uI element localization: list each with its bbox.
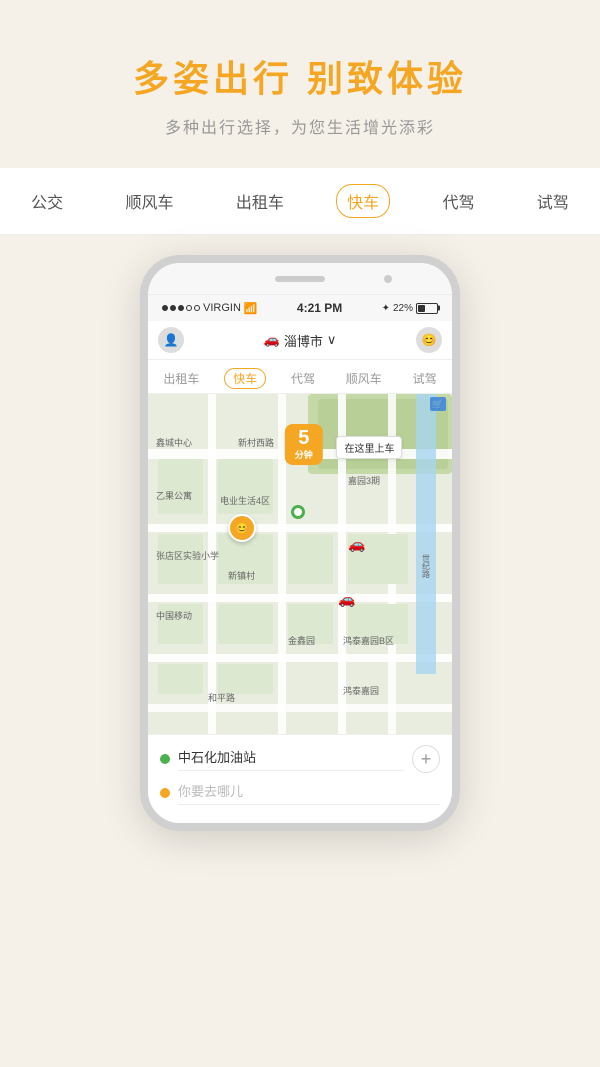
location-selector[interactable]: 🚗 淄博市 ∨: [184, 331, 416, 350]
status-left: VIRGIN 📶: [162, 302, 258, 315]
svg-text:世纪路: 世纪路: [422, 553, 431, 578]
phone-tab-rideshare[interactable]: 顺风车: [340, 368, 388, 389]
phone-tab-taxi[interactable]: 出租车: [157, 368, 205, 389]
svg-text:新镇村: 新镇村: [228, 570, 255, 581]
phone-tab-bar: 出租车 快车 代驾 顺风车 试驾: [148, 360, 452, 394]
battery-fill: [418, 305, 425, 312]
battery-indicator: [416, 303, 438, 314]
map-view[interactable]: 鑫城中心 新村西路 嘉园3期 电业生活4区 乙果公寓 张店区实验小学 新镇村 中…: [148, 394, 452, 734]
outer-tab-bar: 公交 顺风车 出租车 快车 代驾 试驾: [0, 168, 600, 235]
main-title: 多姿出行 别致体验: [20, 50, 580, 102]
time-badge: 5 分钟: [285, 424, 323, 465]
svg-text:鸿泰嘉园B区: 鸿泰嘉园B区: [343, 635, 394, 646]
phone-tab-express[interactable]: 快车: [224, 368, 266, 389]
battery-tip: [438, 306, 440, 311]
battery-pct: 22%: [393, 303, 413, 314]
svg-text:🚗: 🚗: [348, 536, 365, 553]
dot4: [186, 305, 192, 311]
svg-text:新村西路: 新村西路: [238, 437, 274, 448]
svg-text:鑫城中心: 鑫城中心: [156, 437, 192, 448]
phone-camera: [384, 275, 392, 283]
app-nav-bar: 👤 🚗 淄博市 ∨ 😊: [148, 321, 452, 360]
dot2: [170, 305, 176, 311]
destination-dot: [160, 788, 170, 798]
pickup-label[interactable]: 在这里上车: [336, 436, 402, 459]
location-text: 淄博市: [284, 331, 323, 350]
status-time: 4:21 PM: [297, 301, 342, 315]
svg-text:张店区实验小学: 张店区实验小学: [156, 550, 219, 561]
user-icon-symbol: 👤: [164, 333, 179, 347]
svg-text:鸿泰嘉园: 鸿泰嘉园: [343, 685, 379, 696]
svg-text:乙果公寓: 乙果公寓: [156, 490, 192, 501]
svg-text:中国移动: 中国移动: [156, 610, 192, 621]
outer-tab-express[interactable]: 快车: [336, 184, 390, 218]
carrier-text: VIRGIN: [203, 302, 241, 314]
svg-text:嘉园3期: 嘉园3期: [348, 475, 380, 486]
outer-tab-taxi[interactable]: 出租车: [226, 185, 294, 217]
svg-text:🛒: 🛒: [432, 398, 443, 409]
svg-text:金鑫园: 金鑫园: [288, 635, 315, 646]
search-panel: 中石化加油站 + 你要去哪儿: [148, 734, 452, 823]
svg-text:电业生活4区: 电业生活4区: [220, 495, 270, 506]
camera-icon-button[interactable]: 😊: [416, 327, 442, 353]
dropdown-arrow: ∨: [327, 332, 337, 348]
origin-row: 中石化加油站 +: [160, 745, 440, 773]
outer-tab-bus[interactable]: 公交: [21, 185, 73, 217]
destination-row[interactable]: 你要去哪儿: [160, 781, 440, 805]
signal-dots: [162, 305, 200, 311]
phone-tab-testdrive[interactable]: 试驾: [407, 368, 443, 389]
bluetooth-icon: ✦: [382, 303, 390, 314]
wifi-icon: 📶: [244, 302, 258, 315]
location-icon: 🚗: [264, 332, 280, 348]
sub-title: 多种出行选择，为您生活增光添彩: [20, 114, 580, 138]
phone-mockup: VIRGIN 📶 4:21 PM ✦ 22% 👤 🚗 淄博市 ∨: [0, 255, 600, 831]
outer-tab-testdrive[interactable]: 试驾: [527, 185, 579, 217]
phone-tab-driver[interactable]: 代驾: [285, 368, 321, 389]
phone-top-bar: [148, 263, 452, 295]
dot5: [194, 305, 200, 311]
svg-text:和平路: 和平路: [208, 692, 235, 703]
time-number: 5: [295, 428, 313, 448]
status-right: ✦ 22%: [382, 303, 438, 314]
add-stop-button[interactable]: +: [412, 745, 440, 773]
phone-speaker: [275, 276, 325, 282]
origin-text: 中石化加油站: [178, 747, 404, 771]
avatar-image: 😊: [235, 522, 249, 535]
user-location-marker: 😊: [228, 514, 256, 542]
hero-section: 多姿出行 别致体验 多种出行选择，为您生活增光添彩: [0, 0, 600, 168]
outer-tab-rideshare[interactable]: 顺风车: [115, 185, 183, 217]
time-unit: 分钟: [295, 450, 313, 460]
camera-icon-symbol: 😊: [422, 333, 437, 347]
dot3: [178, 305, 184, 311]
user-avatar-icon[interactable]: 👤: [158, 327, 184, 353]
svg-text:🚗: 🚗: [338, 591, 355, 608]
origin-dot: [160, 754, 170, 764]
outer-tab-driver[interactable]: 代驾: [432, 185, 484, 217]
phone-frame: VIRGIN 📶 4:21 PM ✦ 22% 👤 🚗 淄博市 ∨: [140, 255, 460, 831]
status-bar: VIRGIN 📶 4:21 PM ✦ 22%: [148, 295, 452, 321]
dot1: [162, 305, 168, 311]
destination-input[interactable]: 你要去哪儿: [178, 781, 440, 805]
